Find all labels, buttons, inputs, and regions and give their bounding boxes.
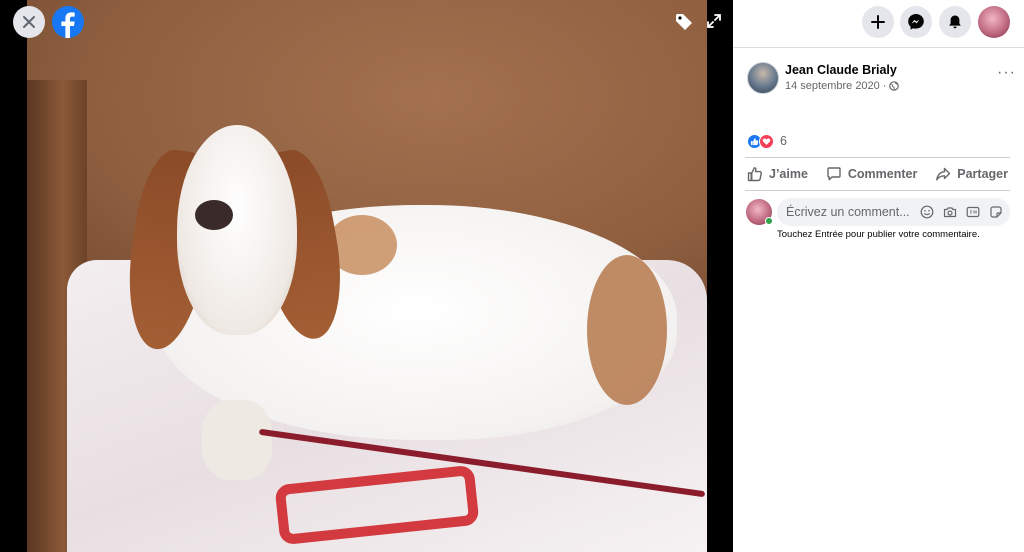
emoji-button[interactable]: [919, 204, 935, 220]
gif-button[interactable]: [965, 204, 981, 220]
comment-label: Commenter: [847, 167, 918, 181]
facebook-logo[interactable]: [52, 6, 84, 38]
photo-dog-head: [177, 125, 297, 335]
comment-hint: Touchez Entrée pour publier votre commen…: [777, 229, 980, 240]
photo-viewer-page: Jean Claude Brialy 14 septembre 2020 · ·…: [0, 0, 1024, 552]
sticker-icon: [990, 206, 1002, 218]
comment-tools: [919, 204, 1004, 220]
online-status-dot: [765, 217, 773, 225]
post-actions: J’aime Commenter Partager: [745, 160, 1010, 188]
comment-input[interactable]: Écrivez un comment...: [777, 198, 1010, 226]
thumbs-up-icon: [747, 167, 762, 182]
close-icon: [23, 16, 35, 28]
post-header: Jean Claude Brialy 14 septembre 2020 · ·…: [747, 62, 1015, 98]
account-avatar[interactable]: [978, 6, 1010, 38]
more-options-button[interactable]: ···: [997, 65, 1016, 81]
comment-button[interactable]: Commenter: [824, 160, 919, 188]
author-avatar[interactable]: [747, 62, 779, 94]
top-bar: [733, 0, 1024, 48]
camera-icon: [943, 207, 957, 218]
expand-icon: [707, 14, 721, 28]
comment-composer: Écrivez un comment...: [745, 198, 1012, 226]
facebook-f-icon: [61, 12, 75, 38]
share-label: Partager: [957, 167, 1008, 181]
author-name[interactable]: Jean Claude Brialy: [785, 63, 897, 77]
emoji-icon: [920, 205, 934, 219]
gif-icon: [966, 206, 980, 218]
notifications-button[interactable]: [939, 6, 971, 38]
share-icon: [936, 167, 951, 181]
post-date[interactable]: 14 septembre 2020: [785, 80, 880, 92]
comment-icon: [827, 167, 841, 181]
close-button[interactable]: [13, 6, 45, 38]
comment-placeholder: Écrivez un comment...: [786, 205, 910, 219]
like-label: J’aime: [769, 167, 808, 181]
love-reaction-icon: [759, 133, 774, 149]
post-meta: 14 septembre 2020 ·: [785, 80, 900, 92]
meta-separator: ·: [882, 80, 887, 92]
reactions-summary[interactable]: 6: [747, 132, 787, 150]
messenger-icon: [908, 14, 924, 30]
post-side-panel: Jean Claude Brialy 14 septembre 2020 · ·…: [733, 0, 1024, 552]
photo-dog-leg: [202, 400, 272, 480]
globe-icon: [889, 81, 900, 91]
divider: [745, 157, 1010, 158]
divider: [745, 190, 1010, 191]
reaction-count: 6: [780, 134, 787, 148]
tag-icon: [676, 14, 692, 30]
tag-photo-button[interactable]: [672, 10, 696, 34]
share-button[interactable]: Partager: [933, 160, 1010, 188]
post-photo[interactable]: [27, 0, 707, 552]
create-button[interactable]: [862, 6, 894, 38]
like-button[interactable]: J’aime: [745, 160, 810, 188]
messenger-button[interactable]: [900, 6, 932, 38]
photo-dog-nose: [195, 200, 233, 230]
sticker-button[interactable]: [988, 204, 1004, 220]
photo-dog-spot: [587, 255, 667, 405]
photo-button[interactable]: [942, 204, 958, 220]
fullscreen-button[interactable]: [703, 10, 725, 32]
bell-icon: [949, 15, 961, 29]
photo-viewer: [0, 0, 733, 552]
plus-icon: [871, 15, 885, 29]
